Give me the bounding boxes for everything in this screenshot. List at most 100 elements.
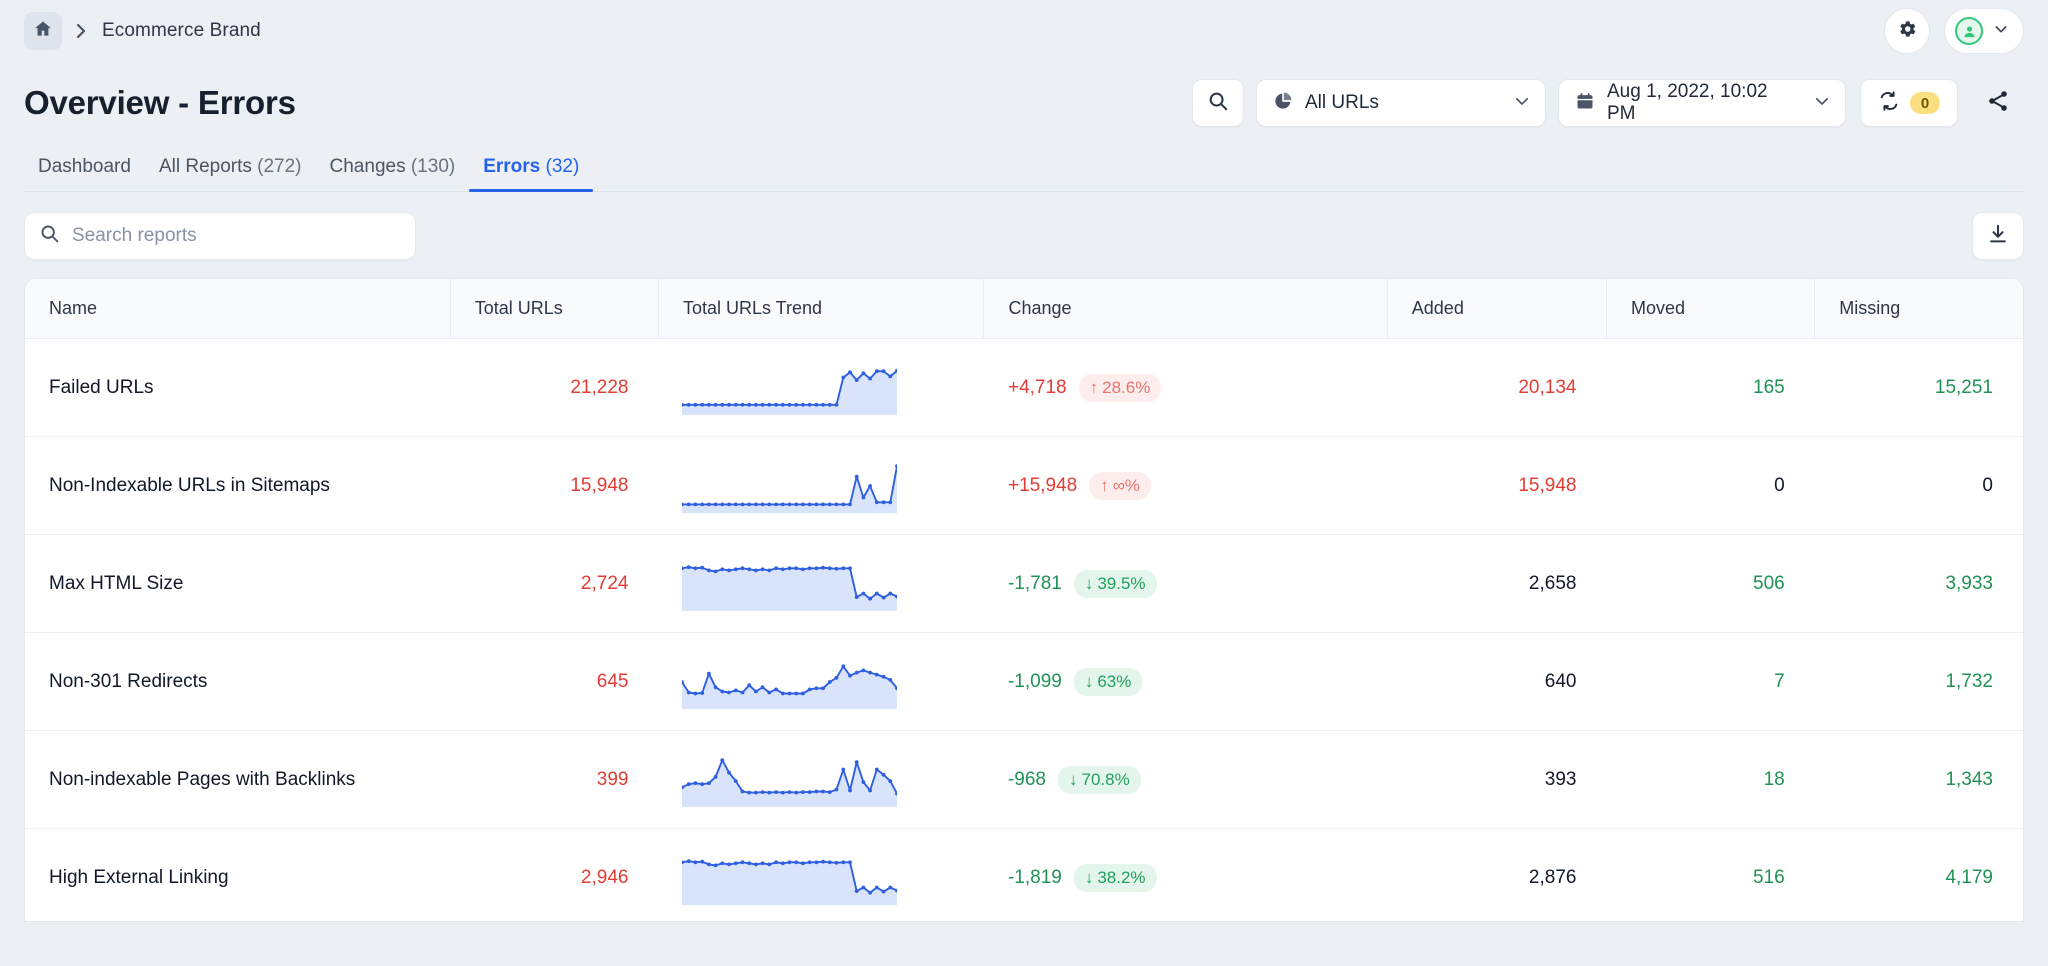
download-button[interactable] bbox=[1972, 212, 2024, 260]
cell-name[interactable]: Non-301 Redirects bbox=[25, 632, 451, 731]
cell-moved: 7 bbox=[1606, 632, 1815, 731]
change-percent-value: ∞% bbox=[1112, 475, 1140, 495]
change-value: -1,781 bbox=[1007, 572, 1062, 594]
change-value: -968 bbox=[1007, 768, 1046, 790]
tab-dashboard[interactable]: Dashboard bbox=[24, 156, 145, 192]
segment-value: All URLs bbox=[1305, 92, 1379, 113]
search-icon bbox=[1207, 90, 1229, 117]
share-icon bbox=[1986, 89, 2010, 118]
search-input[interactable] bbox=[72, 225, 401, 247]
cell-name[interactable]: Non-indexable Pages with Backlinks bbox=[25, 730, 451, 829]
table-head: Name Total URLs Total URLs Trend Change … bbox=[25, 279, 2023, 339]
cell-change: -968 ↓ 70.8% bbox=[983, 730, 1388, 829]
cell-total-urls: 15,948 bbox=[450, 436, 659, 535]
tab-count: (32) bbox=[545, 156, 580, 177]
arrow-down-icon: ↓ bbox=[1084, 671, 1094, 691]
column-header-total-urls-trend[interactable]: Total URLs Trend bbox=[658, 279, 985, 339]
header-search-button[interactable] bbox=[1192, 79, 1244, 127]
page-title: Overview - Errors bbox=[24, 84, 296, 121]
home-icon bbox=[33, 19, 53, 44]
cell-total-urls: 645 bbox=[450, 632, 659, 731]
search-reports-box[interactable] bbox=[24, 212, 416, 260]
table-header-row: Name Total URLs Total URLs Trend Change … bbox=[25, 279, 2023, 339]
column-header-change[interactable]: Change bbox=[983, 279, 1388, 339]
change-percent-value: 63% bbox=[1097, 671, 1132, 691]
cell-trend-sparkline bbox=[658, 632, 984, 731]
cell-change: +15,948 ↑ ∞% bbox=[983, 436, 1388, 535]
change-percent-value: 70.8% bbox=[1081, 769, 1130, 789]
table-row[interactable]: Non-301 Redirects 645 -1,099 ↓ 63% 640 7 1,732 bbox=[25, 632, 2023, 731]
refresh-icon bbox=[1878, 90, 1900, 117]
table-body: Failed URLs 21,228 +4,718 ↑ 28.6% 20,134 165 15… bbox=[25, 338, 2023, 922]
cell-added: 393 bbox=[1387, 730, 1607, 829]
tab-all-reports[interactable]: All Reports (272) bbox=[145, 156, 316, 192]
column-header-moved[interactable]: Moved bbox=[1606, 279, 1816, 339]
cell-name[interactable]: Max HTML Size bbox=[25, 534, 451, 633]
cell-total-urls: 2,724 bbox=[450, 534, 659, 633]
change-value: -1,099 bbox=[1007, 670, 1062, 692]
change-percent-badge: ↓ 63% bbox=[1073, 667, 1143, 696]
pie-chart-icon bbox=[1273, 91, 1293, 116]
cell-trend-sparkline bbox=[658, 534, 984, 633]
share-button[interactable] bbox=[1972, 79, 2024, 127]
chevron-down-icon bbox=[1993, 21, 2009, 42]
table-row[interactable]: Failed URLs 21,228 +4,718 ↑ 28.6% 20,134 165 15… bbox=[25, 338, 2023, 437]
arrow-down-icon: ↓ bbox=[1069, 769, 1078, 789]
cell-moved: 506 bbox=[1606, 534, 1815, 633]
segment-selector[interactable]: All URLs bbox=[1256, 79, 1546, 127]
table-row[interactable]: Non-Indexable URLs in Sitemaps 15,948 +15,… bbox=[25, 436, 2023, 535]
chevron-down-icon bbox=[1513, 92, 1531, 115]
sync-badge: 0 bbox=[1910, 92, 1940, 114]
cell-name[interactable]: Failed URLs bbox=[25, 338, 451, 437]
change-value: +15,948 bbox=[1007, 474, 1078, 496]
arrow-down-icon: ↓ bbox=[1084, 867, 1094, 887]
change-percent-value: 28.6% bbox=[1102, 377, 1151, 397]
settings-button[interactable] bbox=[1884, 8, 1930, 54]
reports-table-card: Name Total URLs Total URLs Trend Change … bbox=[24, 278, 2024, 922]
column-header-name[interactable]: Name bbox=[25, 279, 451, 339]
cell-added: 20,134 bbox=[1387, 338, 1607, 437]
search-icon bbox=[39, 223, 60, 249]
table-row[interactable]: Max HTML Size 2,724 -1,781 ↓ 39.5% 2,658 506 3,… bbox=[25, 534, 2023, 633]
cell-added: 2,876 bbox=[1528, 866, 1577, 888]
cell-missing: 15,251 bbox=[1814, 338, 2023, 437]
account-menu[interactable] bbox=[1944, 8, 2024, 54]
column-header-total-urls[interactable]: Total URLs bbox=[450, 279, 659, 339]
cell-missing: 4,179 bbox=[1945, 866, 1993, 888]
tab-count: (272) bbox=[257, 156, 302, 177]
cell-total-urls: 21,228 bbox=[450, 338, 659, 437]
calendar-icon bbox=[1575, 91, 1595, 116]
cell-name[interactable]: High External Linking bbox=[25, 829, 450, 922]
change-value: -1,819 bbox=[1007, 866, 1062, 888]
cell-change: -1,819 ↓ 38.2% bbox=[984, 829, 1387, 922]
cell-trend-sparkline bbox=[658, 436, 984, 535]
sync-status-button[interactable]: 0 bbox=[1860, 79, 1958, 127]
tab-label: Changes bbox=[329, 156, 406, 177]
change-percent-value: 38.2% bbox=[1097, 867, 1146, 887]
change-percent-badge: ↑ ∞% bbox=[1089, 471, 1151, 500]
column-header-added[interactable]: Added bbox=[1387, 279, 1607, 339]
chevron-right-icon bbox=[74, 22, 88, 40]
change-percent-value: 39.5% bbox=[1097, 573, 1146, 593]
change-value: +4,718 bbox=[1007, 376, 1067, 398]
change-percent-badge: ↓ 39.5% bbox=[1073, 569, 1157, 598]
change-percent-badge: ↓ 70.8% bbox=[1058, 765, 1141, 794]
arrow-up-icon: ↑ bbox=[1100, 475, 1109, 495]
home-button[interactable] bbox=[24, 12, 62, 50]
tab-label: Errors bbox=[483, 156, 541, 177]
tab-changes[interactable]: Changes (130) bbox=[316, 156, 470, 192]
breadcrumb-label[interactable]: Ecommerce Brand bbox=[102, 20, 261, 42]
cell-total-urls: 399 bbox=[450, 730, 659, 829]
table-row[interactable]: Non-indexable Pages with Backlinks 399 -96… bbox=[25, 730, 2023, 829]
cell-moved: 0 bbox=[1606, 436, 1815, 535]
cell-added: 2,658 bbox=[1387, 534, 1607, 633]
date-selector[interactable]: Aug 1, 2022, 10:02 PM bbox=[1558, 79, 1846, 127]
cell-missing: 0 bbox=[1814, 436, 2023, 535]
tab-errors[interactable]: Errors (32) bbox=[469, 156, 594, 192]
cell-name[interactable]: Non-Indexable URLs in Sitemaps bbox=[25, 436, 451, 535]
table-row[interactable]: High External Linking 2,946 -1,819 ↓ 38.2% 2,… bbox=[25, 829, 2023, 922]
cell-change: -1,099 ↓ 63% bbox=[983, 632, 1388, 731]
cell-trend-sparkline bbox=[658, 730, 984, 829]
column-header-missing[interactable]: Missing bbox=[1814, 279, 2023, 339]
cell-trend-sparkline bbox=[658, 338, 984, 437]
